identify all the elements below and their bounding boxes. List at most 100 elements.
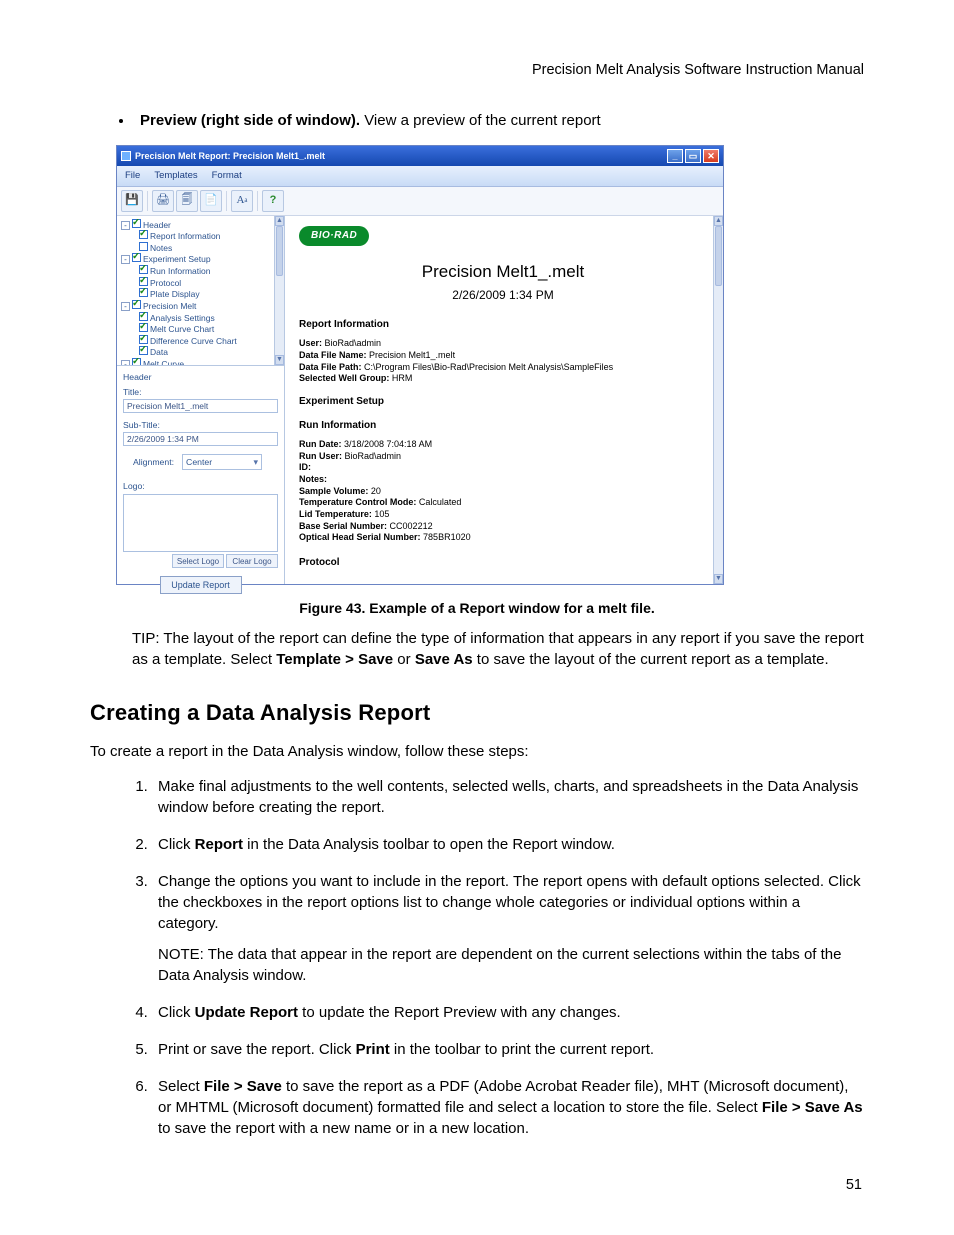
running-header: Precision Melt Analysis Software Instruc…	[90, 60, 864, 80]
preview-sample-vol: Sample Volume: 20	[299, 486, 707, 498]
alignment-select[interactable]: Center ▾	[182, 454, 262, 470]
preview-run-date: Run Date: 3/18/2008 7:04:18 AM	[299, 439, 707, 451]
tree-node-protocol[interactable]: Protocol	[121, 277, 272, 289]
left-pane: ▲ ▼ -Header Report Information Notes -Ex…	[117, 216, 285, 584]
header-form: Header Title: Sub-Title: Alignment: Cent…	[117, 366, 284, 600]
tree-node-data[interactable]: Data	[121, 346, 272, 358]
tree-node-diff-curve-chart[interactable]: Difference Curve Chart	[121, 335, 272, 347]
tip-paragraph: TIP: The layout of the report can define…	[132, 628, 864, 670]
tree-scrollbar[interactable]: ▲ ▼	[274, 216, 284, 365]
font-icon[interactable]: Aa	[231, 190, 253, 212]
menu-file[interactable]: File	[125, 169, 140, 182]
tree-node-run-info[interactable]: Run Information	[121, 265, 272, 277]
scroll-down-icon[interactable]: ▼	[275, 355, 284, 365]
maximize-button[interactable]: ▭	[685, 149, 701, 163]
window-title: Precision Melt Report: Precision Melt1_.…	[135, 150, 325, 163]
title-input[interactable]	[123, 399, 278, 413]
window-controls: _ ▭ ✕	[667, 149, 719, 163]
preview-h-protocol: Protocol	[299, 556, 707, 570]
preview-ohsn: Optical Head Serial Number: 785BR1020	[299, 532, 707, 544]
subtitle-label: Sub-Title:	[123, 419, 278, 431]
checkbox-icon[interactable]	[139, 288, 148, 297]
select-logo-button[interactable]: Select Logo	[172, 554, 224, 568]
tree-node-header[interactable]: -Header	[121, 219, 272, 231]
step-4: Click Update Report to update the Report…	[152, 1002, 864, 1023]
checkbox-icon[interactable]	[132, 358, 141, 366]
checkbox-icon[interactable]	[132, 300, 141, 309]
toolbar-separator	[147, 191, 148, 211]
titlebar: Precision Melt Report: Precision Melt1_.…	[117, 146, 723, 166]
bullet-list: Preview (right side of window). View a p…	[90, 110, 864, 131]
step-5: Print or save the report. Click Print in…	[152, 1039, 864, 1060]
menu-format[interactable]: Format	[212, 169, 242, 182]
tree-node-melt-curve[interactable]: -Melt Curve	[121, 358, 272, 366]
step-3: Change the options you want to include i…	[152, 871, 864, 986]
tree-node-melt-curve-chart[interactable]: Melt Curve Chart	[121, 323, 272, 335]
step-1: Make final adjustments to the well conte…	[152, 776, 864, 818]
tree-node-experiment-setup[interactable]: -Experiment Setup	[121, 253, 272, 265]
figure-caption: Figure 43. Example of a Report window fo…	[90, 599, 864, 619]
preview-dfp: Data File Path: C:\Program Files\Bio-Rad…	[299, 362, 707, 374]
tree-node-precision-melt[interactable]: -Precision Melt	[121, 300, 272, 312]
preview-temp-mode: Temperature Control Mode: Calculated	[299, 497, 707, 509]
help-icon[interactable]: ?	[262, 190, 284, 212]
preview-swg: Selected Well Group: HRM	[299, 373, 707, 385]
toolbar: 💾 🖨 🗐 📄 Aa ?	[117, 187, 723, 216]
tree-node-notes[interactable]: Notes	[121, 242, 272, 254]
bullet-preview: Preview (right side of window). View a p…	[134, 110, 864, 131]
clear-logo-button[interactable]: Clear Logo	[226, 554, 278, 568]
scroll-up-icon[interactable]: ▲	[714, 216, 723, 226]
update-report-button[interactable]: Update Report	[160, 576, 242, 594]
report-preview: ▲ ▼ BIO·RAD Precision Melt1_.melt 2/26/2…	[285, 216, 723, 584]
checkbox-icon[interactable]	[139, 346, 148, 355]
page-number: 51	[846, 1175, 862, 1195]
preview-subtitle: 2/26/2009 1:34 PM	[299, 287, 707, 304]
scroll-thumb[interactable]	[715, 226, 722, 286]
preview-scrollbar[interactable]: ▲ ▼	[713, 216, 723, 584]
subtitle-input[interactable]	[123, 432, 278, 446]
checkbox-icon[interactable]	[139, 230, 148, 239]
minimize-button[interactable]: _	[667, 149, 683, 163]
print-preview-icon[interactable]: 🗐	[176, 190, 198, 212]
section-intro: To create a report in the Data Analysis …	[90, 741, 864, 762]
app-icon	[121, 151, 131, 161]
toolbar-separator	[226, 191, 227, 211]
steps-list: Make final adjustments to the well conte…	[132, 776, 864, 1139]
logo-label: Logo:	[123, 480, 278, 492]
checkbox-icon[interactable]	[132, 253, 141, 262]
close-button[interactable]: ✕	[703, 149, 719, 163]
preview-title: Precision Melt1_.melt	[299, 260, 707, 284]
checkbox-icon[interactable]	[139, 242, 148, 251]
toolbar-separator	[257, 191, 258, 211]
options-tree[interactable]: ▲ ▼ -Header Report Information Notes -Ex…	[117, 216, 284, 366]
checkbox-icon[interactable]	[139, 323, 148, 332]
save-icon[interactable]: 💾	[121, 190, 143, 212]
checkbox-icon[interactable]	[132, 219, 141, 228]
checkbox-icon[interactable]	[139, 277, 148, 286]
preview-id: ID:	[299, 462, 707, 474]
scroll-thumb[interactable]	[276, 226, 283, 276]
preview-h-report-info: Report Information	[299, 318, 707, 332]
step-3-note: NOTE: The data that appear in the report…	[158, 944, 864, 986]
alignment-label: Alignment:	[133, 456, 174, 468]
scroll-down-icon[interactable]: ▼	[714, 574, 723, 584]
page-setup-icon[interactable]: 📄	[200, 190, 222, 212]
chevron-down-icon: ▾	[254, 456, 259, 469]
menu-templates[interactable]: Templates	[154, 169, 197, 182]
preview-dfn: Data File Name: Precision Melt1_.melt	[299, 350, 707, 362]
tree-node-report-info[interactable]: Report Information	[121, 230, 272, 242]
report-window: Precision Melt Report: Precision Melt1_.…	[116, 145, 724, 584]
preview-bsn: Base Serial Number: CC002212	[299, 521, 707, 533]
tree-node-plate-display[interactable]: Plate Display	[121, 288, 272, 300]
step-2: Click Report in the Data Analysis toolba…	[152, 834, 864, 855]
checkbox-icon[interactable]	[139, 335, 148, 344]
biorad-logo: BIO·RAD	[299, 226, 369, 246]
menubar: File Templates Format	[117, 166, 723, 186]
checkbox-icon[interactable]	[139, 265, 148, 274]
tree-node-analysis-settings[interactable]: Analysis Settings	[121, 312, 272, 324]
scroll-up-icon[interactable]: ▲	[275, 216, 284, 226]
checkbox-icon[interactable]	[139, 312, 148, 321]
bullet-bold: Preview (right side of window).	[140, 112, 360, 129]
preview-notes: Notes:	[299, 474, 707, 486]
print-icon[interactable]: 🖨	[152, 190, 174, 212]
